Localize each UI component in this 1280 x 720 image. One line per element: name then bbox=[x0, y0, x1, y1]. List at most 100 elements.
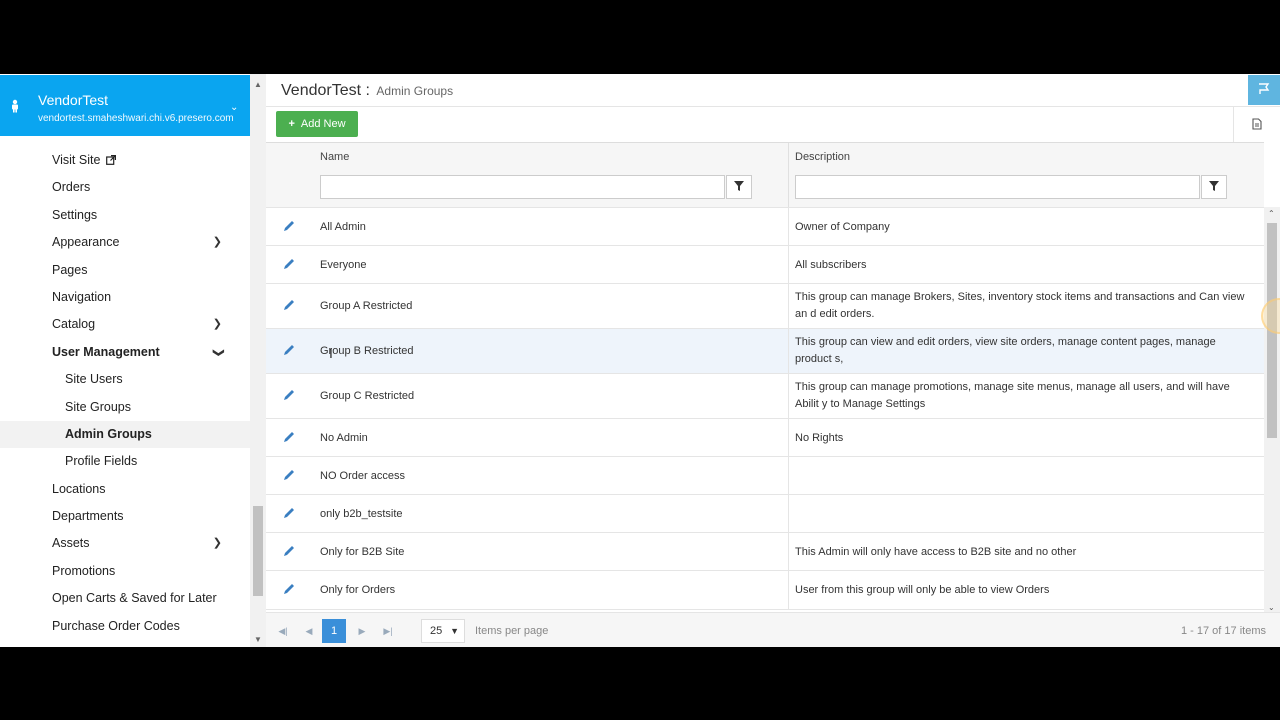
sidebar-item-label: Purchase Order Codes bbox=[52, 618, 180, 633]
pencil-icon[interactable] bbox=[282, 544, 296, 558]
table-row[interactable]: All Admin Owner of Company bbox=[266, 208, 1264, 246]
description-filter-button[interactable] bbox=[1201, 175, 1227, 199]
pencil-icon[interactable] bbox=[282, 430, 296, 444]
sidebar-item-site-users[interactable]: Site Users bbox=[0, 366, 250, 393]
sidebar-item-admin-groups[interactable]: Admin Groups bbox=[0, 420, 250, 449]
sidebar-item-label: Site Users bbox=[65, 372, 123, 387]
export-button[interactable] bbox=[1233, 107, 1280, 143]
column-divider bbox=[788, 495, 789, 532]
group-name: All Admin bbox=[320, 221, 366, 233]
chevron-right-icon: ❯ bbox=[212, 537, 222, 550]
description-filter-input[interactable] bbox=[795, 175, 1200, 199]
site-name: VendorTest bbox=[38, 92, 109, 108]
group-name: Group B Restricted bbox=[320, 345, 414, 357]
sidebar-item-appearance[interactable]: Appearance ❯ bbox=[0, 229, 250, 256]
group-name: Group A Restricted bbox=[320, 300, 413, 312]
add-new-label: Add New bbox=[300, 118, 346, 130]
sidebar-item-profile-fields[interactable]: Profile Fields bbox=[0, 448, 250, 475]
sidebar-scrollbar[interactable]: ▲ ▼ bbox=[250, 74, 266, 647]
sidebar-item-promotions[interactable]: Promotions bbox=[0, 558, 250, 585]
pencil-icon[interactable] bbox=[282, 257, 296, 271]
sidebar-item-label: Settings bbox=[52, 207, 98, 222]
pencil-icon[interactable] bbox=[282, 506, 296, 520]
site-switcher[interactable]: VendorTest vendortest.smaheshwari.chi.v6… bbox=[0, 75, 250, 136]
grid-scrollbar[interactable]: ⌃ ⌄ bbox=[1264, 207, 1280, 612]
text-cursor-icon: I bbox=[329, 345, 333, 361]
pencil-icon[interactable] bbox=[282, 388, 296, 402]
chevron-right-icon: ❯ bbox=[212, 318, 222, 331]
pencil-icon[interactable] bbox=[282, 298, 296, 312]
table-row[interactable]: Group C Restricted This group can manage… bbox=[266, 374, 1264, 419]
column-divider bbox=[788, 419, 789, 456]
sidebar-item-label: Orders bbox=[52, 180, 91, 195]
prev-page-button[interactable]: ◀ bbox=[297, 619, 321, 643]
name-filter-button[interactable] bbox=[726, 175, 752, 199]
page-title: VendorTest : Admin Groups bbox=[281, 82, 453, 100]
flag-icon bbox=[1259, 83, 1270, 94]
sidebar-item-settings[interactable]: Settings bbox=[0, 202, 250, 229]
document-icon bbox=[1252, 118, 1262, 130]
last-page-button[interactable]: ▶| bbox=[376, 619, 400, 643]
sidebar-item-user-management[interactable]: User Management ❯ bbox=[0, 339, 250, 366]
sidebar-item-label: Appearance bbox=[52, 235, 120, 250]
scroll-down-icon[interactable]: ⌄ bbox=[1268, 603, 1275, 612]
sidebar-item-label: Visit Site bbox=[52, 153, 101, 167]
next-page-button[interactable]: ▶ bbox=[350, 619, 374, 643]
sidebar-item-label: Admin Groups bbox=[65, 426, 152, 441]
table-row[interactable]: only b2b_testsite bbox=[266, 495, 1264, 533]
sidebar-item-locations[interactable]: Locations bbox=[0, 476, 250, 503]
table-row[interactable]: Everyone All subscribers bbox=[266, 246, 1264, 284]
column-divider bbox=[788, 329, 789, 373]
scroll-up-icon[interactable]: ⌃ bbox=[1268, 209, 1275, 218]
sidebar-item-label: Departments bbox=[52, 509, 124, 524]
admin-groups-grid: Name Description All Admin Owner of Comp… bbox=[266, 142, 1264, 613]
person-icon bbox=[12, 99, 18, 113]
items-per-page-label: Items per page bbox=[475, 625, 549, 637]
sidebar-item-orders[interactable]: Orders bbox=[0, 174, 250, 201]
sidebar-item-catalog[interactable]: Catalog ❯ bbox=[0, 311, 250, 338]
sidebar-item-label: User Management bbox=[52, 344, 160, 359]
pencil-icon[interactable] bbox=[282, 582, 296, 596]
pencil-icon[interactable] bbox=[282, 468, 296, 482]
sidebar-item-pages[interactable]: Pages bbox=[0, 257, 250, 284]
pencil-icon[interactable] bbox=[282, 219, 296, 233]
sidebar-item-purchase-order-codes[interactable]: Purchase Order Codes bbox=[0, 613, 250, 640]
external-link-icon bbox=[105, 155, 116, 165]
caret-down-icon: ▼ bbox=[450, 626, 459, 636]
add-new-button[interactable]: + Add New bbox=[276, 111, 358, 137]
sidebar-item-visit-site[interactable]: Visit Site bbox=[0, 147, 250, 174]
page-info: 1 - 17 of 17 items bbox=[1181, 625, 1266, 637]
sidebar-item-departments[interactable]: Departments bbox=[0, 503, 250, 530]
group-description: This group can manage promotions, manage… bbox=[795, 381, 1230, 410]
scroll-down-icon[interactable]: ▼ bbox=[254, 635, 262, 644]
sidebar-item-assets[interactable]: Assets ❯ bbox=[0, 530, 250, 557]
chevron-right-icon: ❯ bbox=[212, 236, 222, 249]
column-header-description[interactable]: Description bbox=[795, 151, 850, 163]
page-button-current[interactable]: 1 bbox=[322, 619, 346, 643]
table-row[interactable]: NO Order access bbox=[266, 457, 1264, 495]
sidebar-nav: Visit Site Orders Settings Appearance ❯ P… bbox=[0, 147, 250, 640]
column-divider bbox=[788, 143, 789, 207]
flag-button[interactable] bbox=[1248, 75, 1280, 105]
column-header-name[interactable]: Name bbox=[320, 151, 349, 163]
sidebar-item-label: Open Carts & Saved for Later bbox=[52, 591, 217, 606]
name-filter-input[interactable] bbox=[320, 175, 725, 199]
scroll-up-icon[interactable]: ▲ bbox=[254, 80, 262, 89]
sidebar-item-label: Catalog bbox=[52, 317, 96, 332]
chevron-down-icon[interactable]: ⌄ bbox=[230, 102, 238, 113]
sidebar-item-site-groups[interactable]: Site Groups bbox=[0, 394, 250, 421]
table-row[interactable]: Only for B2B Site This Admin will only h… bbox=[266, 533, 1264, 571]
sidebar-item-open-carts[interactable]: Open Carts & Saved for Later bbox=[0, 585, 250, 612]
scrollbar-thumb[interactable] bbox=[253, 506, 263, 596]
first-page-button[interactable]: ◀​| bbox=[271, 619, 295, 643]
page-size-select[interactable]: 25 ▼ bbox=[421, 619, 465, 643]
sidebar: VendorTest vendortest.smaheshwari.chi.v6… bbox=[0, 74, 266, 647]
table-row[interactable]: Group A Restricted This group can manage… bbox=[266, 284, 1264, 329]
table-row[interactable]: Group B Restricted This group can view a… bbox=[266, 329, 1264, 374]
sidebar-item-navigation[interactable]: Navigation bbox=[0, 284, 250, 311]
table-row[interactable]: Only for Orders User from this group wil… bbox=[266, 571, 1264, 610]
column-divider bbox=[788, 284, 789, 328]
table-row[interactable]: No Admin No Rights bbox=[266, 419, 1264, 457]
pencil-icon[interactable] bbox=[282, 343, 296, 357]
sidebar-item-label: Locations bbox=[52, 481, 106, 496]
